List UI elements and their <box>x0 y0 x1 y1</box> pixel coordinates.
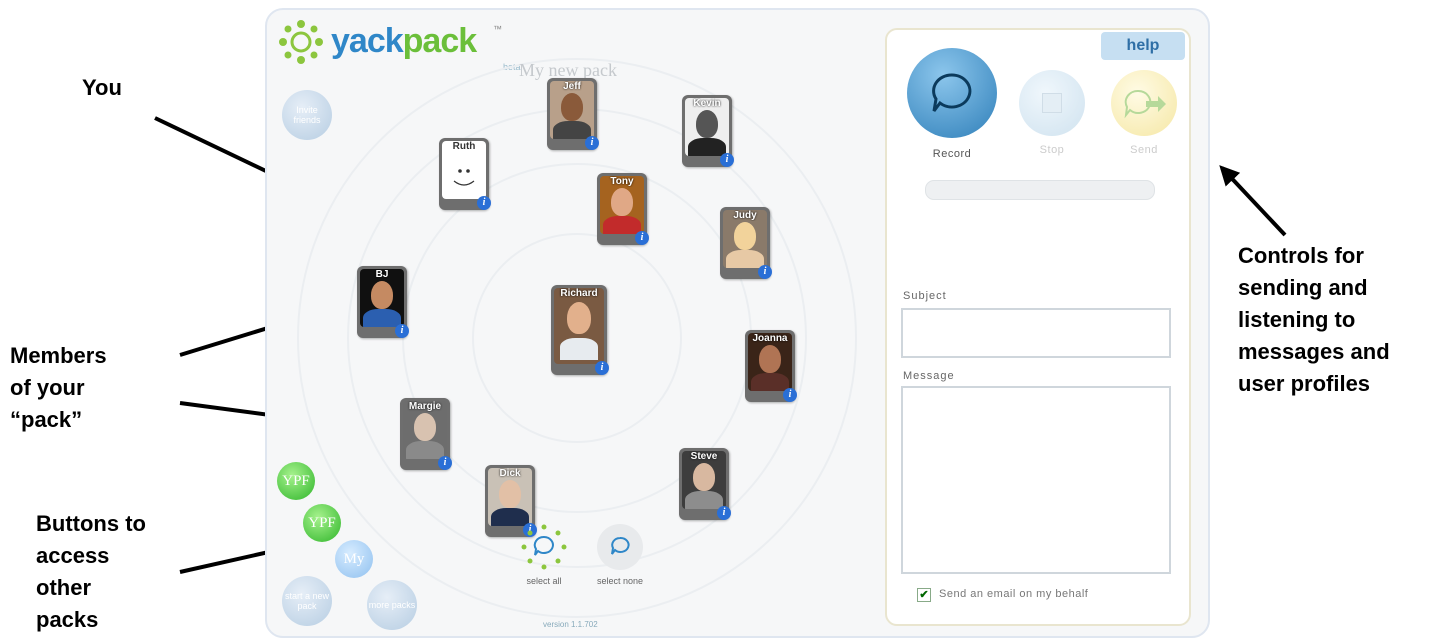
select-all-icon <box>521 524 567 570</box>
member-card-tony[interactable]: Tony i <box>597 173 649 245</box>
annotation-buttons-line: other <box>36 575 91 600</box>
member-name: Margie <box>408 401 442 412</box>
annotation-buttons-line: Buttons to <box>36 511 146 536</box>
member-card-judy[interactable]: Judy i <box>720 207 772 279</box>
member-card-margie[interactable]: Margie i <box>400 398 452 470</box>
help-button[interactable]: help <box>1101 32 1185 60</box>
controls-panel: help Record Stop Send Subject Message ✔ … <box>885 28 1191 626</box>
member-name: Jeff <box>563 81 581 92</box>
annotation-members: Members of your “pack” <box>10 340 107 436</box>
message-textarea[interactable] <box>901 386 1171 574</box>
logo-icon <box>279 20 323 64</box>
member-name: Richard <box>560 288 598 299</box>
member-name: Ruth <box>452 141 476 152</box>
select-none-button[interactable] <box>597 524 643 570</box>
record-button[interactable] <box>907 48 997 138</box>
member-name: Dick <box>499 468 521 479</box>
logo-tm: ™ <box>493 24 502 34</box>
annotation-buttons-line: access <box>36 543 110 568</box>
arrow-controls <box>1219 165 1287 237</box>
subject-input[interactable] <box>901 308 1171 358</box>
annotation-members-line: “pack” <box>10 407 83 432</box>
member-card-richard-you[interactable]: Richard i <box>551 285 609 375</box>
annotation-controls-line: user profiles <box>1238 371 1371 396</box>
annotation-controls-line: Controls for <box>1238 243 1364 268</box>
playback-progress-bar[interactable] <box>925 180 1155 200</box>
speech-bubble-icon <box>611 536 630 555</box>
member-name: Kevin <box>693 98 721 109</box>
message-label: Message <box>903 370 955 382</box>
info-icon[interactable]: i <box>585 136 599 150</box>
select-all-label: select all <box>526 576 562 586</box>
more-packs-button[interactable]: more packs <box>367 580 417 630</box>
member-card-bj[interactable]: BJ i <box>357 266 409 338</box>
start-new-pack-button[interactable]: start a new pack <box>282 576 332 626</box>
info-icon[interactable]: i <box>783 388 797 402</box>
member-card-jeff[interactable]: Jeff i <box>547 78 599 150</box>
annotation-members-line: of your <box>10 375 85 400</box>
member-card-joanna[interactable]: Joanna i <box>745 330 797 402</box>
version-label: version 1.1.702 <box>543 620 598 629</box>
annotation-controls-line: messages and <box>1238 339 1390 364</box>
info-icon[interactable]: i <box>720 153 734 167</box>
info-icon[interactable]: i <box>717 506 731 520</box>
member-name: Joanna <box>752 333 788 344</box>
annotation-controls: Controls for sending and listening to me… <box>1238 240 1390 400</box>
member-name: Judy <box>733 210 757 221</box>
annotation-you: You <box>82 75 122 100</box>
select-all-button[interactable] <box>521 524 567 570</box>
record-label: Record <box>932 148 972 160</box>
member-card-ruth[interactable]: Ruth i <box>439 138 491 210</box>
pack-button-my[interactable]: My <box>335 540 373 578</box>
logo-pack: pack <box>402 22 477 60</box>
annotation-controls-line: listening to <box>1238 307 1356 332</box>
pack-button-ypf-2[interactable]: YPF <box>303 504 341 542</box>
member-photo <box>554 288 604 364</box>
record-icon <box>932 73 972 112</box>
pack-button-ypf-1[interactable]: YPF <box>277 462 315 500</box>
annotation-buttons-line: packs <box>36 607 99 632</box>
stop-button[interactable] <box>1019 70 1085 136</box>
info-icon[interactable]: i <box>395 324 409 338</box>
member-name: Tony <box>610 176 634 187</box>
stop-label: Stop <box>1039 144 1065 156</box>
info-icon[interactable]: i <box>758 265 772 279</box>
member-name: BJ <box>375 269 389 280</box>
send-email-checkbox[interactable]: ✔ <box>917 588 931 602</box>
annotation-controls-line: sending and <box>1238 275 1368 300</box>
info-icon[interactable]: i <box>595 361 609 375</box>
annotation-members-line: Members <box>10 343 107 368</box>
subject-label: Subject <box>903 290 947 302</box>
send-label: Send <box>1130 144 1158 156</box>
member-name: Steve <box>690 451 718 462</box>
invite-friends-button[interactable]: Invite friends <box>282 90 332 140</box>
stop-icon <box>1042 93 1062 113</box>
info-icon[interactable]: i <box>438 456 452 470</box>
member-card-steve[interactable]: Steve i <box>679 448 731 520</box>
yackpack-app: yackpack ™ beta My new pack Invite frien… <box>265 8 1210 638</box>
send-button[interactable] <box>1111 70 1177 136</box>
logo-text: yackpack <box>331 22 477 61</box>
send-icon <box>1124 89 1166 119</box>
send-email-label: Send an email on my behalf <box>939 588 1089 600</box>
annotation-buttons: Buttons to access other packs <box>36 508 146 636</box>
member-card-kevin[interactable]: Kevin i <box>682 95 734 167</box>
info-icon[interactable]: i <box>477 196 491 210</box>
select-none-label: select none <box>596 576 644 586</box>
yackpack-logo: yackpack ™ beta <box>275 18 521 72</box>
info-icon[interactable]: i <box>635 231 649 245</box>
logo-yack: yack <box>331 22 404 60</box>
